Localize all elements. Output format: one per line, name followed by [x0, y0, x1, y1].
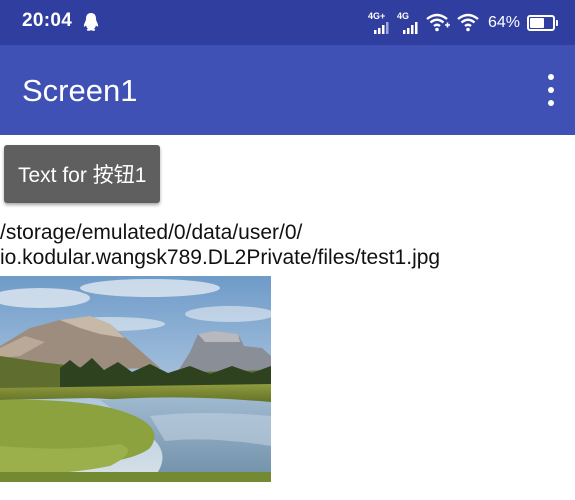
status-bar: 20:04 4G+ 4G 64% — [0, 0, 575, 45]
wifi-icon — [457, 13, 479, 32]
signal-4g-icon: 4G — [397, 11, 419, 34]
page-title: Screen1 — [22, 73, 138, 108]
file-path-line-1: /storage/emulated/0/data/user/0/ — [0, 221, 303, 244]
battery-fill — [530, 18, 545, 28]
wifi-plus-icon — [426, 13, 450, 32]
app-bar: Screen1 — [0, 45, 575, 135]
qq-penguin-icon — [83, 13, 99, 31]
battery-icon — [527, 15, 558, 31]
file-path-line-2: io.kodular.wangsk789.DL2Private/files/te… — [0, 246, 441, 269]
file-path-label: /storage/emulated/0/data/user/0/ io.kodu… — [0, 220, 575, 270]
signal-4g-plus-icon: 4G+ — [368, 11, 390, 34]
battery-percentage: 64% — [487, 14, 520, 31]
more-vert-icon[interactable] — [545, 74, 557, 106]
text-button[interactable]: Text for 按钮1 — [4, 145, 161, 203]
status-time: 20:04 — [22, 10, 73, 31]
landscape-image — [0, 276, 271, 482]
status-icons: 4G+ 4G 64% — [368, 11, 558, 35]
